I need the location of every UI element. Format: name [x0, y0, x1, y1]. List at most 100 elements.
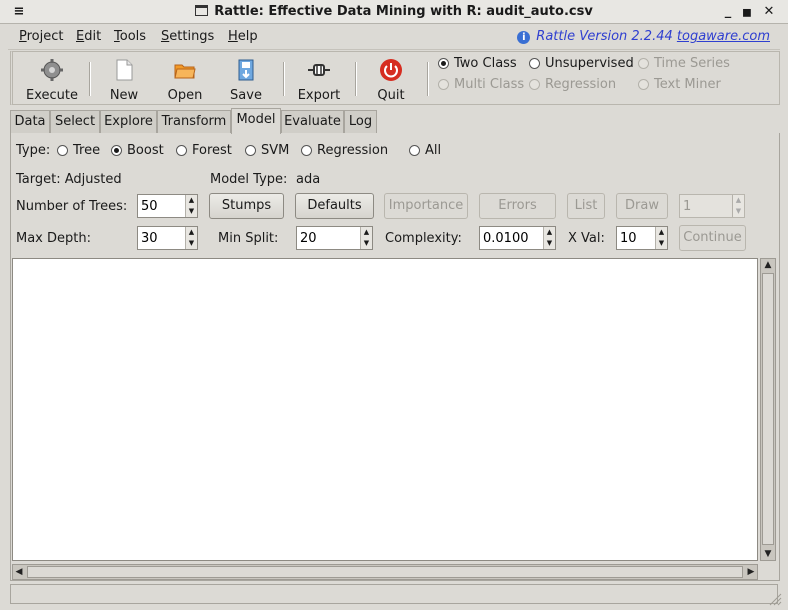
- radio-icon: [638, 58, 649, 69]
- spinner-arrows-icon[interactable]: ▲ ▼: [185, 195, 197, 217]
- xval-label: X Val:: [568, 231, 605, 246]
- spinner-arrows-icon[interactable]: ▲ ▼: [360, 227, 372, 249]
- type-forest[interactable]: Forest: [176, 143, 232, 158]
- new-button[interactable]: New: [93, 54, 155, 104]
- info-icon: i: [517, 31, 531, 44]
- scroll-right-icon[interactable]: ▶: [745, 566, 757, 578]
- model-type-label: Model Type:: [210, 172, 288, 187]
- stumps-button[interactable]: Stumps: [209, 193, 284, 219]
- menu-help[interactable]: Help: [228, 29, 258, 44]
- defaults-button[interactable]: Defaults: [295, 193, 374, 219]
- num-trees-input[interactable]: [138, 195, 186, 215]
- output-textview[interactable]: [12, 258, 758, 561]
- xval-spinner[interactable]: ▲▼: [616, 226, 668, 250]
- maximize-button[interactable]: ◼: [738, 3, 756, 21]
- spinner-arrows-icon: ▲ ▼: [732, 195, 744, 217]
- tab-select[interactable]: Select: [50, 110, 100, 133]
- complexity-label: Complexity:: [385, 231, 462, 246]
- min-split-input[interactable]: [297, 227, 361, 247]
- tab-data[interactable]: Data: [10, 110, 50, 133]
- radio-icon: [438, 58, 449, 69]
- num-trees-spinner[interactable]: ▲▼: [137, 194, 198, 218]
- open-button[interactable]: Open: [154, 54, 216, 104]
- mode-two-class[interactable]: Two Class: [438, 56, 517, 71]
- mode-regression: Regression: [529, 77, 616, 92]
- type-tree[interactable]: Tree: [57, 143, 100, 158]
- menu-tools[interactable]: Tools: [114, 29, 146, 44]
- radio-icon: [409, 145, 420, 156]
- window-icon: [195, 5, 209, 16]
- export-plug-icon: [308, 64, 330, 76]
- radio-icon: [638, 79, 649, 90]
- menu-settings[interactable]: Settings: [161, 29, 214, 44]
- window-title: Rattle: Effective Data Mining with R: au…: [0, 4, 788, 19]
- spinner-arrows-icon[interactable]: ▲ ▼: [655, 227, 667, 249]
- radio-icon: [111, 145, 122, 156]
- mode-time-series: Time Series: [638, 56, 730, 71]
- spinner-arrows-icon[interactable]: ▲ ▼: [543, 227, 555, 249]
- xval-input[interactable]: [617, 227, 656, 247]
- toolbar-separator: [355, 62, 357, 96]
- model-type-value: ada: [296, 172, 321, 187]
- vertical-scroll-thumb[interactable]: [762, 273, 774, 545]
- close-button[interactable]: ✕: [760, 3, 778, 21]
- complexity-input[interactable]: [480, 227, 544, 247]
- minimize-button[interactable]: _: [719, 3, 737, 21]
- power-icon: [380, 59, 402, 81]
- tab-model[interactable]: Model: [231, 108, 281, 134]
- menu-edit[interactable]: Edit: [76, 29, 101, 44]
- tab-transform[interactable]: Transform: [157, 110, 231, 133]
- toolbar: Execute New Open Save Export Quit Two Cl…: [10, 51, 780, 105]
- scroll-down-icon[interactable]: ▼: [762, 548, 774, 560]
- min-split-spinner[interactable]: ▲▼: [296, 226, 373, 250]
- spinner-arrows-icon[interactable]: ▲ ▼: [185, 227, 197, 249]
- target-label: Target: Adjusted: [16, 172, 122, 187]
- mode-unsupervised[interactable]: Unsupervised: [529, 56, 634, 71]
- radio-icon: [438, 79, 449, 90]
- type-regression[interactable]: Regression: [301, 143, 388, 158]
- radio-icon: [176, 145, 187, 156]
- complexity-spinner[interactable]: ▲▼: [479, 226, 556, 250]
- scroll-left-icon[interactable]: ◀: [13, 566, 25, 578]
- radio-icon: [245, 145, 256, 156]
- type-svm[interactable]: SVM: [245, 143, 289, 158]
- tab-explore[interactable]: Explore: [100, 110, 157, 133]
- min-split-label: Min Split:: [218, 231, 279, 246]
- list-button: List: [567, 193, 605, 219]
- save-button[interactable]: Save: [215, 54, 277, 104]
- status-bar: [10, 584, 778, 604]
- radio-icon: [301, 145, 312, 156]
- tab-evaluate[interactable]: Evaluate: [281, 110, 344, 133]
- horizontal-scroll-thumb[interactable]: [27, 566, 743, 578]
- scroll-up-icon[interactable]: ▲: [762, 259, 774, 271]
- type-boost[interactable]: Boost: [111, 143, 164, 158]
- new-document-icon: [116, 59, 133, 81]
- type-label: Type:: [16, 143, 51, 158]
- togaware-link[interactable]: togaware.com: [677, 29, 770, 44]
- mode-multi-class: Multi Class: [438, 77, 524, 92]
- save-icon: [238, 59, 254, 81]
- menu-bar: Project Edit Tools Settings Help i Rattle…: [8, 25, 780, 50]
- type-all[interactable]: All: [409, 143, 441, 158]
- draw-tree-spinner: ▲▼: [679, 194, 745, 218]
- toolbar-separator: [89, 62, 91, 96]
- max-depth-spinner[interactable]: ▲▼: [137, 226, 198, 250]
- title-bar: ≡ Rattle: Effective Data Mining with R: …: [0, 0, 788, 24]
- horizontal-scrollbar[interactable]: ◀ ▶: [12, 564, 758, 580]
- execute-icon: [41, 59, 63, 81]
- version-info: i Rattle Version 2.2.44 togaware.com: [517, 29, 770, 44]
- quit-button[interactable]: Quit: [360, 54, 422, 104]
- max-depth-input[interactable]: [138, 227, 186, 247]
- export-button[interactable]: Export: [288, 54, 350, 104]
- max-depth-label: Max Depth:: [16, 231, 91, 246]
- radio-icon: [57, 145, 68, 156]
- menu-project[interactable]: Project: [19, 29, 64, 44]
- vertical-scrollbar[interactable]: ▲ ▼: [760, 258, 776, 561]
- execute-button[interactable]: Execute: [21, 54, 83, 104]
- draw-button: Draw: [616, 193, 668, 219]
- resize-grip-icon[interactable]: [768, 592, 782, 606]
- tab-log[interactable]: Log: [344, 110, 377, 133]
- draw-tree-input: [680, 195, 732, 215]
- num-trees-label: Number of Trees:: [16, 199, 128, 214]
- errors-button: Errors: [479, 193, 556, 219]
